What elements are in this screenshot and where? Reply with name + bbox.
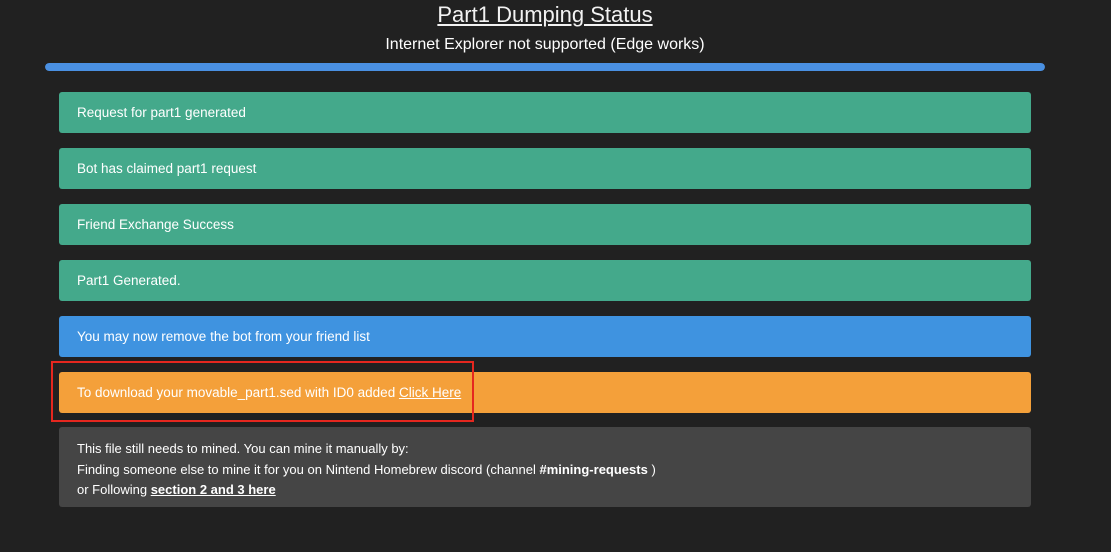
mining-note: This file still needs to mined. You can … [59,427,1031,507]
mining-channel: #mining-requests [539,461,648,477]
progress-bar [45,63,1045,71]
browser-support-notice: Internet Explorer not supported (Edge wo… [385,36,705,53]
progress-bar-fill [45,63,1045,71]
page-title: Part1 Dumping Status [437,2,653,27]
note-line-2: Finding someone else to mine it for you … [77,461,656,477]
status-remove-bot: You may now remove the bot from your fri… [59,316,1031,357]
status-request-generated: Request for part1 generated [59,92,1031,133]
highlight-annotation [51,361,474,422]
status-part1-generated: Part1 Generated. [59,260,1031,301]
guide-link[interactable]: section 2 and 3 here [151,482,276,497]
status-bot-claimed: Bot has claimed part1 request [59,148,1031,189]
note-line-1: This file still needs to mined. You can … [77,441,409,456]
status-friend-exchange: Friend Exchange Success [59,204,1031,245]
note-line-3: or Following section 2 and 3 here [77,482,276,497]
